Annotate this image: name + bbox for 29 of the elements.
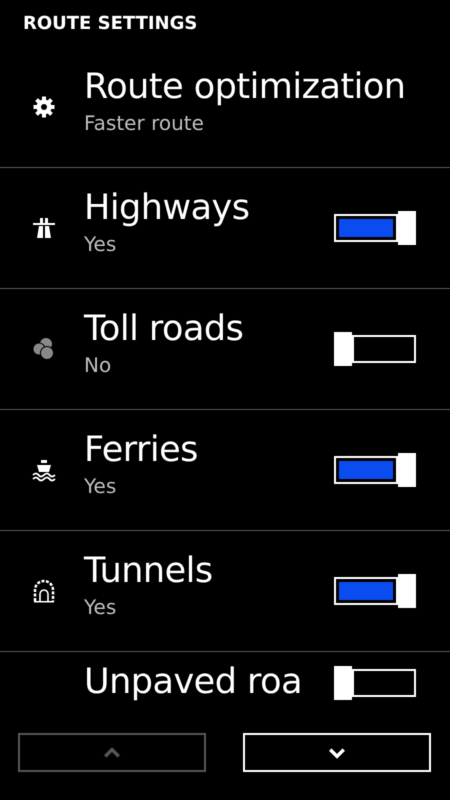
- setting-label: Tunnels: [84, 550, 213, 593]
- setting-row[interactable]: Unpaved roa: [0, 652, 450, 704]
- setting-label: Toll roads: [84, 308, 244, 351]
- ship-icon: [32, 458, 56, 482]
- toggle-switch[interactable]: [334, 332, 416, 366]
- setting-value: Yes: [84, 473, 116, 500]
- setting-value: Yes: [84, 231, 116, 258]
- coins-icon: [32, 337, 56, 361]
- toggle-switch[interactable]: [334, 453, 416, 487]
- setting-row[interactable]: Highways Yes: [0, 168, 450, 289]
- setting-label: Unpaved roa: [84, 661, 302, 704]
- toggle-switch[interactable]: [334, 666, 416, 700]
- scroll-down-button[interactable]: [243, 733, 431, 772]
- setting-label: Ferries: [84, 429, 198, 472]
- setting-row[interactable]: Toll roads No: [0, 289, 450, 410]
- gear-icon: [32, 95, 56, 119]
- toggle-switch[interactable]: [334, 211, 416, 245]
- toggle-switch[interactable]: [334, 574, 416, 608]
- setting-row[interactable]: Tunnels Yes: [0, 531, 450, 652]
- setting-row[interactable]: Route optimization Faster route: [0, 47, 450, 168]
- setting-value: Yes: [84, 594, 116, 621]
- highway-icon: [32, 216, 56, 240]
- setting-value: No: [84, 352, 112, 379]
- page-title: ROUTE SETTINGS: [22, 12, 198, 36]
- tunnel-icon: [32, 579, 56, 603]
- setting-value: Faster route: [84, 110, 204, 137]
- setting-label: Route optimization: [84, 66, 406, 109]
- setting-row[interactable]: Ferries Yes: [0, 410, 450, 531]
- setting-label: Highways: [84, 187, 250, 230]
